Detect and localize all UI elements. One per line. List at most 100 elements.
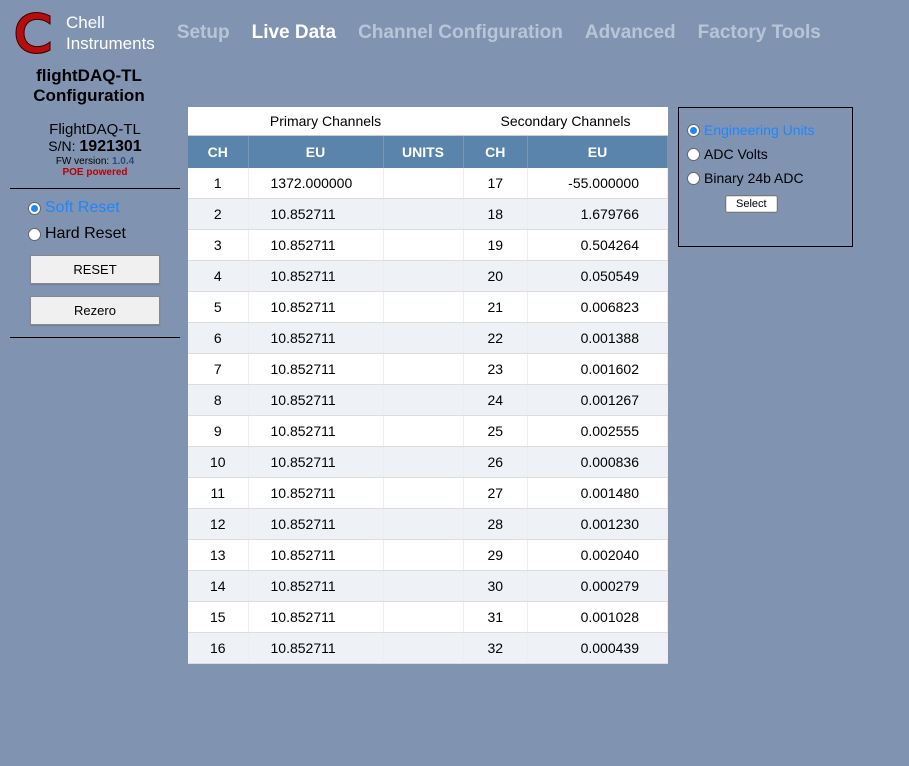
- cell-eu: 10.852711: [248, 633, 383, 664]
- table-row: 1410.852711: [188, 571, 463, 602]
- cell-ch: 27: [464, 478, 528, 509]
- radio-icon: [687, 172, 700, 185]
- table-row: 810.852711: [188, 385, 463, 416]
- divider: [10, 188, 180, 189]
- nav-live-data[interactable]: Live Data: [252, 22, 336, 44]
- cell-ch: 25: [464, 416, 528, 447]
- table-row: 320.000439: [464, 633, 668, 664]
- cell-units: [383, 416, 463, 447]
- cell-ch: 15: [188, 602, 248, 633]
- cell-ch: 9: [188, 416, 248, 447]
- cell-units: [383, 385, 463, 416]
- primary-title: Primary Channels: [188, 107, 463, 136]
- cell-units: [383, 199, 463, 230]
- table-row: 410.852711: [188, 261, 463, 292]
- cell-ch: 13: [188, 540, 248, 571]
- cell-eu: 0.001028: [528, 602, 668, 633]
- cell-eu: 0.001230: [528, 509, 668, 540]
- rezero-button[interactable]: Rezero: [30, 296, 160, 325]
- adc-label: ADC Volts: [704, 146, 768, 162]
- cell-eu: 10.852711: [248, 292, 383, 323]
- cell-eu: 0.000836: [528, 447, 668, 478]
- hard-reset-radio[interactable]: Hard Reset: [28, 225, 162, 243]
- table-row: 11372.000000: [188, 168, 463, 199]
- cell-ch: 32: [464, 633, 528, 664]
- soft-reset-label: Soft Reset: [45, 199, 120, 217]
- cell-units: [383, 571, 463, 602]
- table-row: 1510.852711: [188, 602, 463, 633]
- binary-24b-radio[interactable]: Binary 24b ADC: [687, 170, 844, 186]
- cell-ch: 11: [188, 478, 248, 509]
- cell-ch: 22: [464, 323, 528, 354]
- cell-eu: 0.006823: [528, 292, 668, 323]
- cell-ch: 26: [464, 447, 528, 478]
- cell-ch: 24: [464, 385, 528, 416]
- table-row: 300.000279: [464, 571, 668, 602]
- table-row: 290.002040: [464, 540, 668, 571]
- cell-units: [383, 602, 463, 633]
- cell-eu: 10.852711: [248, 540, 383, 571]
- cell-units: [383, 323, 463, 354]
- cell-eu: 10.852711: [248, 447, 383, 478]
- device-name: FlightDAQ-TL: [10, 121, 180, 138]
- cell-eu: 0.002040: [528, 540, 668, 571]
- cell-eu: 0.001480: [528, 478, 668, 509]
- cell-ch: 20: [464, 261, 528, 292]
- hard-reset-label: Hard Reset: [45, 225, 126, 243]
- table-row: 230.001602: [464, 354, 668, 385]
- col-eu: EU: [528, 136, 668, 169]
- radio-icon: [28, 202, 41, 215]
- cell-ch: 16: [188, 633, 248, 664]
- brand-block: Chell Instruments: [10, 8, 155, 58]
- cell-ch: 2: [188, 199, 248, 230]
- cell-units: [383, 261, 463, 292]
- reset-button[interactable]: RESET: [30, 255, 160, 284]
- cell-units: [383, 478, 463, 509]
- nav-advanced[interactable]: Advanced: [585, 22, 676, 44]
- cell-ch: 12: [188, 509, 248, 540]
- select-button[interactable]: Select: [725, 195, 778, 213]
- table-row: 250.002555: [464, 416, 668, 447]
- cell-ch: 3: [188, 230, 248, 261]
- cell-eu: 10.852711: [248, 230, 383, 261]
- cell-eu: 10.852711: [248, 323, 383, 354]
- cell-ch: 18: [464, 199, 528, 230]
- table-row: 610.852711: [188, 323, 463, 354]
- cell-ch: 7: [188, 354, 248, 385]
- units-panel: Engineering Units ADC Volts Binary 24b A…: [678, 107, 853, 247]
- table-row: 280.001230: [464, 509, 668, 540]
- cell-units: [383, 447, 463, 478]
- table-row: 1110.852711: [188, 478, 463, 509]
- table-row: 310.001028: [464, 602, 668, 633]
- soft-reset-radio[interactable]: Soft Reset: [28, 199, 162, 217]
- nav-factory-tools[interactable]: Factory Tools: [698, 22, 821, 44]
- sn-label: S/N:: [48, 138, 75, 154]
- cell-eu: 10.852711: [248, 199, 383, 230]
- eu-label: Engineering Units: [704, 122, 815, 138]
- engineering-units-radio[interactable]: Engineering Units: [687, 122, 844, 138]
- divider: [10, 337, 180, 338]
- nav-channel-config[interactable]: Channel Configuration: [358, 22, 563, 44]
- cell-ch: 1: [188, 168, 248, 199]
- cell-eu: 10.852711: [248, 509, 383, 540]
- table-row: 210.006823: [464, 292, 668, 323]
- cell-ch: 19: [464, 230, 528, 261]
- device-info: FlightDAQ-TL S/N: 1921301 FW version: 1.…: [10, 121, 180, 178]
- table-row: 190.504264: [464, 230, 668, 261]
- cell-eu: 10.852711: [248, 354, 383, 385]
- cell-ch: 14: [188, 571, 248, 602]
- radio-icon: [687, 124, 700, 137]
- nav-setup[interactable]: Setup: [177, 22, 230, 44]
- cell-units: [383, 509, 463, 540]
- cell-eu: 0.504264: [528, 230, 668, 261]
- cell-eu: 1372.000000: [248, 168, 383, 199]
- table-row: 181.679766: [464, 199, 668, 230]
- table-row: 200.050549: [464, 261, 668, 292]
- cell-ch: 17: [464, 168, 528, 199]
- cell-ch: 6: [188, 323, 248, 354]
- cell-eu: 0.000439: [528, 633, 668, 664]
- cell-units: [383, 168, 463, 199]
- adc-volts-radio[interactable]: ADC Volts: [687, 146, 844, 162]
- poe-status: POE powered: [10, 167, 180, 178]
- col-ch: CH: [464, 136, 528, 169]
